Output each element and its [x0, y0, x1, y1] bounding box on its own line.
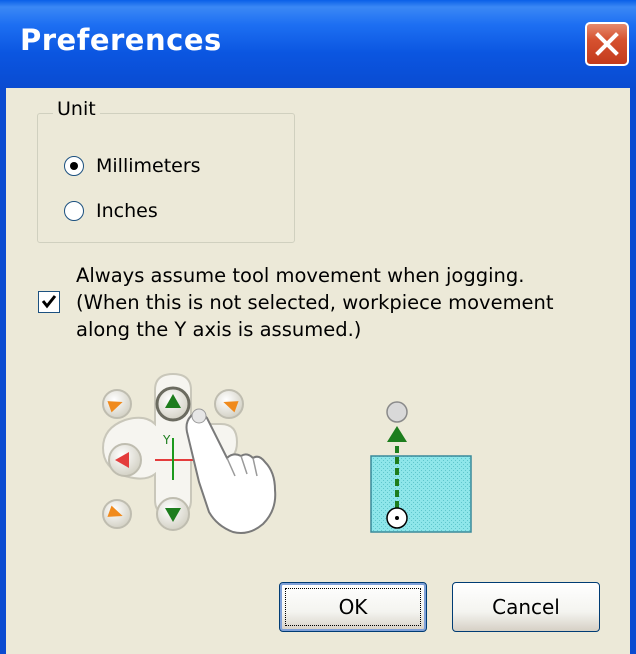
close-icon [595, 32, 619, 56]
jog-button-left [108, 443, 142, 477]
window-frame-left [0, 88, 6, 654]
tool-movement-line-1: Always assume tool movement when jogging… [76, 264, 525, 287]
tool-movement-line-2: (When this is not selected, workpiece mo… [76, 291, 554, 314]
window-frame-right [630, 88, 636, 654]
jog-button-up [155, 386, 191, 422]
jog-button-upright [214, 389, 244, 419]
radio-label-millimeters: Millimeters [96, 155, 201, 177]
cancel-button-label: Cancel [492, 595, 560, 619]
checkmark-icon [41, 295, 57, 309]
jog-illustration: Y [101, 372, 472, 534]
tool-movement-line-3: along the Y axis is assumed.) [76, 318, 362, 341]
title-bar[interactable]: Preferences [0, 0, 636, 88]
close-button[interactable] [585, 22, 629, 66]
jog-button-down [156, 497, 190, 531]
focus-ring [285, 588, 421, 626]
radio-millimeters[interactable]: Millimeters [64, 155, 201, 177]
tool-movement-checkbox[interactable] [38, 291, 60, 313]
radio-button-millimeters[interactable] [64, 156, 84, 176]
workpiece-diagram [370, 401, 472, 533]
tool-movement-label: Always assume tool movement when jogging… [76, 262, 596, 343]
y-axis-label: Y [162, 433, 171, 447]
unit-groupbox [37, 113, 295, 243]
cancel-button[interactable]: Cancel [452, 582, 600, 632]
radio-label-inches: Inches [96, 200, 158, 222]
jog-button-upleft [102, 389, 132, 419]
radio-inches[interactable]: Inches [64, 200, 158, 222]
preferences-dialog: Preferences Unit Millimeters Inches Alwa… [0, 0, 636, 654]
unit-group-label: Unit [53, 98, 100, 120]
radio-button-inches[interactable] [64, 201, 84, 221]
ok-button[interactable]: OK [279, 582, 427, 632]
jog-button-downleft [102, 499, 132, 529]
window-title: Preferences [20, 23, 222, 57]
